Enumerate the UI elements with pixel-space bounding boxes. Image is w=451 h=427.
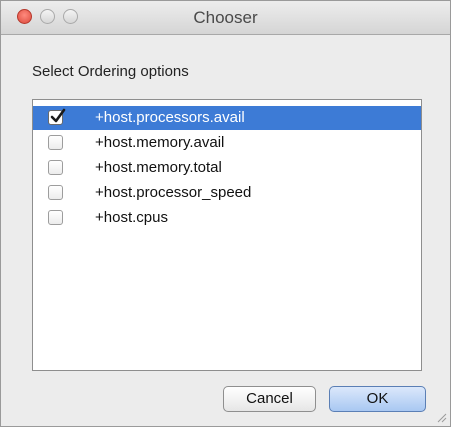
cancel-button[interactable]: Cancel: [223, 386, 316, 412]
list-item-memory-total[interactable]: +host.memory.total: [33, 156, 421, 180]
option-label: +host.memory.avail: [95, 134, 225, 151]
list-item-cpus[interactable]: +host.cpus: [33, 206, 421, 230]
ordering-options-list[interactable]: +host.processors.avail +host.memory.avai…: [32, 99, 422, 371]
resize-grip-icon[interactable]: [435, 411, 447, 423]
list-item-memory-avail[interactable]: +host.memory.avail: [33, 131, 421, 155]
title-bar[interactable]: Chooser: [1, 1, 450, 35]
checkbox-memory-total[interactable]: [48, 160, 63, 175]
list-item-processors-avail[interactable]: +host.processors.avail: [33, 106, 421, 130]
option-label: +host.processors.avail: [95, 109, 245, 126]
checkbox-memory-avail[interactable]: [48, 135, 63, 150]
option-label: +host.memory.total: [95, 159, 222, 176]
checkmark-icon: [50, 108, 66, 123]
checkbox-processor-speed[interactable]: [48, 185, 63, 200]
option-label: +host.cpus: [95, 209, 168, 226]
option-label: +host.processor_speed: [95, 184, 252, 201]
window-title: Chooser: [193, 8, 258, 27]
chooser-window: Chooser Select Ordering options +host.pr…: [0, 0, 451, 427]
checkbox-cpus[interactable]: [48, 210, 63, 225]
list-item-processor-speed[interactable]: +host.processor_speed: [33, 181, 421, 205]
checkbox-processors-avail[interactable]: [48, 108, 66, 125]
ordering-prompt-label: Select Ordering options: [32, 63, 189, 80]
ok-button[interactable]: OK: [329, 386, 426, 412]
